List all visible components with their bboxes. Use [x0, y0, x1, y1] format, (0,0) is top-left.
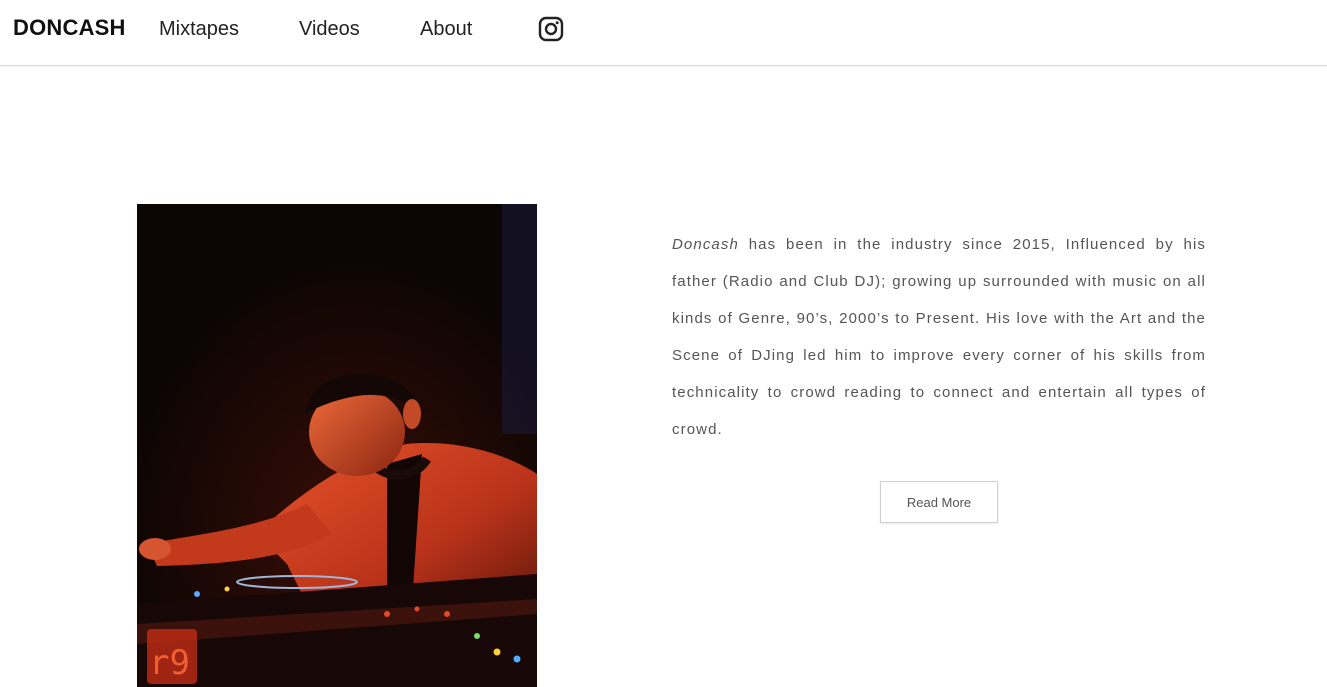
dj-photo: r9 [137, 204, 537, 687]
nav-link-about[interactable]: About [420, 18, 472, 41]
svg-text:r9: r9 [149, 643, 190, 683]
bio-paragraph: Doncash has been in the industry since 2… [672, 226, 1206, 448]
nav-link-mixtapes[interactable]: Mixtapes [159, 18, 239, 41]
nav-link-videos[interactable]: Videos [299, 18, 360, 41]
read-more-button[interactable]: Read More [880, 481, 998, 523]
top-navbar: DONCASH Mixtapes Videos About [0, 0, 1327, 66]
instagram-icon[interactable] [538, 16, 564, 42]
bio-text: has been in the industry since 2015, Inf… [672, 236, 1206, 438]
brand-logo[interactable]: DONCASH [13, 15, 126, 41]
bio-name: Doncash [672, 236, 739, 253]
